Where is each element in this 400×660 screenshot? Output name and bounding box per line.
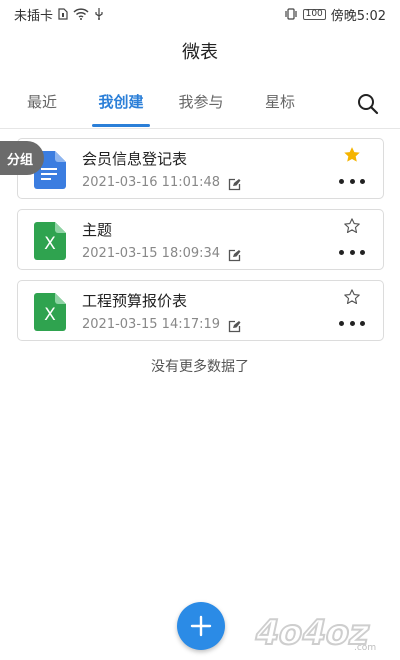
tab-recent[interactable]: 最近 (22, 84, 62, 124)
file-name: 主题 (82, 221, 113, 239)
tab-bar: 最近 我创建 我参与 星标 (0, 84, 400, 128)
star-icon-outline[interactable] (343, 217, 361, 235)
svg-text:.com: .com (354, 643, 376, 652)
sim-icon (58, 8, 68, 20)
excel-letter: X (44, 305, 56, 325)
no-more-data-text: 没有更多数据了 (151, 359, 249, 375)
wifi-icon (73, 8, 89, 20)
star-icon-outline[interactable] (343, 288, 361, 306)
plus-icon (190, 615, 212, 637)
file-card[interactable]: X 主题 2021-03-15 18:09:34 (17, 209, 384, 270)
file-date: 2021-03-16 11:01:48 (82, 175, 221, 190)
file-date: 2021-03-15 18:09:34 (82, 246, 221, 261)
more-options-icon[interactable] (339, 248, 365, 256)
vibrate-icon (284, 8, 298, 20)
tab-starred[interactable]: 星标 (260, 84, 300, 124)
battery-icon: 100 (302, 8, 326, 20)
file-card[interactable]: X 工程预算报价表 2021-03-15 14:17:19 (17, 280, 384, 341)
tab-my-created[interactable]: 我创建 (92, 84, 150, 124)
excel-file-icon: X (34, 293, 66, 331)
star-icon-filled[interactable] (343, 146, 361, 164)
file-card[interactable]: 会员信息登记表 2021-03-16 11:01:48 (17, 138, 384, 199)
carrier-text: 未插卡 (14, 8, 54, 24)
file-date: 2021-03-15 14:17:19 (82, 317, 221, 332)
file-name: 工程预算报价表 (82, 292, 188, 310)
more-options-icon[interactable] (339, 177, 365, 185)
status-bar: 未插卡 100 傍晚5:02 (0, 0, 400, 28)
page-title: 微表 (182, 42, 218, 63)
edit-icon[interactable] (228, 176, 241, 191)
excel-letter: X (44, 234, 56, 254)
edit-icon[interactable] (228, 318, 241, 333)
excel-file-icon: X (34, 222, 66, 260)
active-tab-indicator (92, 124, 150, 127)
status-left: 未插卡 (14, 5, 104, 24)
file-name: 会员信息登记表 (82, 150, 188, 168)
more-options-icon[interactable] (339, 319, 365, 327)
tab-divider (0, 128, 400, 129)
search-icon[interactable] (356, 92, 380, 116)
edit-icon[interactable] (228, 247, 241, 262)
watermark-logo: 4o4oz .com (246, 612, 394, 654)
tab-participated[interactable]: 我参与 (172, 84, 230, 124)
add-button[interactable] (177, 602, 225, 650)
group-button[interactable]: 分组 (0, 141, 44, 175)
status-right: 100 傍晚5:02 (284, 5, 386, 24)
usb-icon (94, 8, 104, 20)
clock-text: 傍晚5:02 (330, 8, 386, 24)
